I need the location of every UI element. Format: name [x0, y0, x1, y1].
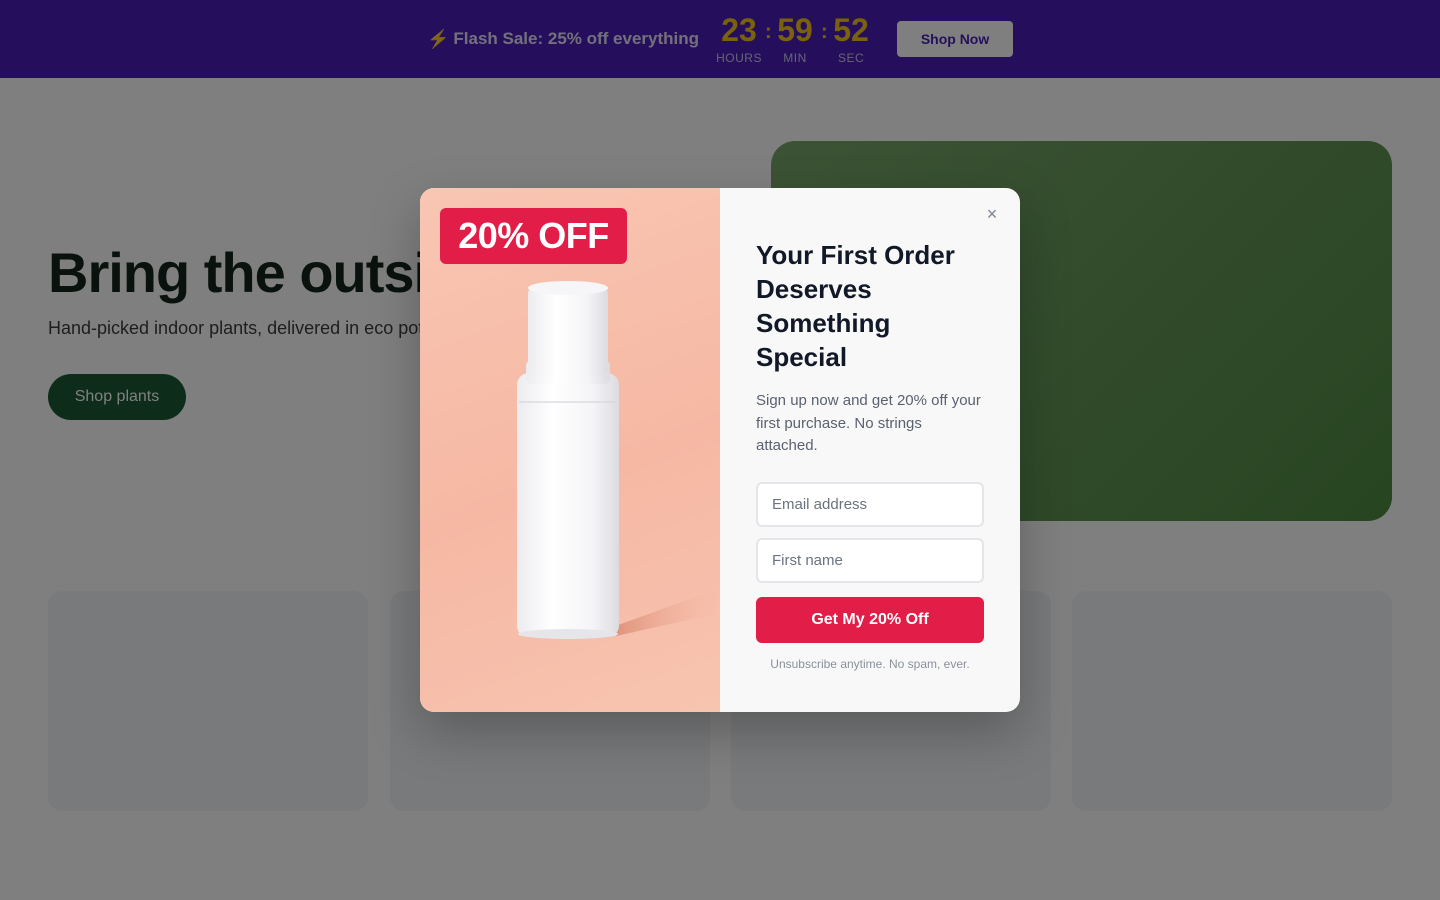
email-field[interactable]	[756, 481, 984, 527]
close-icon[interactable]: ×	[982, 204, 1002, 224]
discount-badge: 20% OFF	[440, 208, 627, 264]
product-image-panel: 20% OFF	[420, 188, 720, 712]
get-discount-button[interactable]: Get My 20% Off	[756, 596, 984, 643]
modal-title: Your First Order Deserves Something Spec…	[756, 240, 955, 372]
bottle-image	[517, 281, 720, 639]
signup-modal: 20% OFF × Your First Order Deserves Some…	[420, 188, 1020, 712]
fineprint-text: Unsubscribe anytime. No spam, ever.	[770, 656, 970, 671]
first-name-field[interactable]	[756, 537, 984, 583]
modal-description: Sign up now and get 20% off your first p…	[756, 392, 981, 454]
signup-form-panel: × Your First Order Deserves Something Sp…	[720, 188, 1020, 712]
